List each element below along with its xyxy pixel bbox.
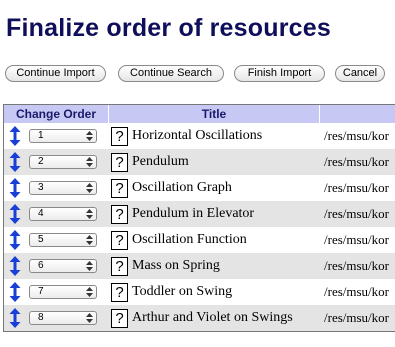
order-select[interactable]: 6 [29, 259, 97, 273]
table-row: 2? Pendulum/res/msu/kor [4, 149, 395, 175]
change-order-cell: 6 [4, 253, 109, 279]
order-select-value: 5 [38, 234, 44, 245]
select-spinner-icon [86, 261, 93, 271]
page-title: Finalize order of resources [6, 14, 331, 42]
select-spinner-icon [86, 209, 93, 219]
select-spinner-icon [86, 131, 93, 141]
resource-table-container: Change Order Title 1? Horizontal Oscillat… [3, 104, 395, 336]
column-header-url [320, 105, 395, 123]
order-select[interactable]: 1 [29, 129, 97, 143]
title-cell: ? Pendulum in Elevator [109, 201, 320, 227]
table-row: 4? Pendulum in Elevator/res/msu/kor [4, 201, 395, 227]
up-down-arrow-icon[interactable] [9, 230, 21, 250]
order-select-value: 7 [38, 286, 44, 297]
up-down-arrow-icon[interactable] [9, 204, 21, 224]
title-cell: ? Oscillation Function [109, 227, 320, 253]
order-select[interactable]: 3 [29, 181, 97, 195]
resource-url: /res/msu/kor [320, 279, 395, 305]
resource-url: /res/msu/kor [320, 201, 395, 227]
select-spinner-icon [86, 157, 93, 167]
title-cell: ? Toddler on Swing [109, 279, 320, 305]
resource-title: Toddler on Swing [132, 284, 233, 300]
table-row: 7? Toddler on Swing/res/msu/kor [4, 279, 395, 305]
select-spinner-icon [86, 183, 93, 193]
help-icon[interactable]: ? [111, 256, 128, 276]
select-spinner-icon [86, 287, 93, 297]
order-select-value: 4 [38, 208, 44, 219]
change-order-cell: 2 [4, 149, 109, 175]
table-row: 8? Arthur and Violet on Swings/res/msu/ko… [4, 305, 395, 331]
title-cell: ? Oscillation Graph [109, 175, 320, 201]
title-cell: ? Pendulum [109, 149, 320, 175]
resource-url: /res/msu/kor [320, 253, 395, 279]
resource-title: Pendulum [132, 154, 189, 170]
help-icon[interactable]: ? [111, 230, 128, 250]
up-down-arrow-icon[interactable] [9, 178, 21, 198]
order-select-value: 2 [38, 156, 44, 167]
order-select[interactable]: 4 [29, 207, 97, 221]
finish-import-button[interactable]: Finish Import [234, 65, 325, 82]
resource-title: Oscillation Function [132, 232, 247, 248]
order-select[interactable]: 5 [29, 233, 97, 247]
select-spinner-icon [86, 313, 93, 323]
order-select[interactable]: 8 [29, 311, 97, 325]
help-icon[interactable]: ? [111, 178, 128, 198]
change-order-cell: 1 [4, 123, 109, 149]
order-select[interactable]: 7 [29, 285, 97, 299]
help-icon[interactable]: ? [111, 126, 128, 146]
up-down-arrow-icon[interactable] [9, 152, 21, 172]
order-select-value: 3 [38, 182, 44, 193]
change-order-cell: 8 [4, 305, 109, 331]
resource-url: /res/msu/kor [320, 123, 395, 149]
resource-title: Pendulum in Elevator [132, 206, 255, 222]
resource-url: /res/msu/kor [320, 227, 395, 253]
up-down-arrow-icon[interactable] [9, 282, 21, 302]
help-icon[interactable]: ? [111, 308, 128, 328]
up-down-arrow-icon[interactable] [9, 126, 21, 146]
help-icon[interactable]: ? [111, 152, 128, 172]
resource-url: /res/msu/kor [320, 305, 395, 331]
resource-table: Change Order Title 1? Horizontal Oscillat… [3, 104, 395, 332]
title-cell: ? Arthur and Violet on Swings [109, 305, 320, 331]
resource-url: /res/msu/kor [320, 149, 395, 175]
select-spinner-icon [86, 235, 93, 245]
change-order-cell: 7 [4, 279, 109, 305]
continue-search-button[interactable]: Continue Search [118, 65, 224, 82]
table-row: 5? Oscillation Function/res/msu/kor [4, 227, 395, 253]
resource-title: Arthur and Violet on Swings [132, 310, 293, 326]
change-order-cell: 3 [4, 175, 109, 201]
change-order-cell: 4 [4, 201, 109, 227]
help-icon[interactable]: ? [111, 282, 128, 302]
column-header-change-order: Change Order [4, 105, 109, 123]
continue-import-button[interactable]: Continue Import [5, 65, 106, 82]
change-order-cell: 5 [4, 227, 109, 253]
up-down-arrow-icon[interactable] [9, 256, 21, 276]
order-select-value: 6 [38, 260, 44, 271]
table-row: 6? Mass on Spring/res/msu/kor [4, 253, 395, 279]
table-row: 1? Horizontal Oscillations/res/msu/kor [4, 123, 395, 149]
order-select[interactable]: 2 [29, 155, 97, 169]
order-select-value: 8 [38, 312, 44, 323]
help-icon[interactable]: ? [111, 204, 128, 224]
resource-title: Oscillation Graph [132, 180, 232, 196]
order-select-value: 1 [38, 130, 44, 141]
title-cell: ? Mass on Spring [109, 253, 320, 279]
table-row: 3? Oscillation Graph/res/msu/kor [4, 175, 395, 201]
resource-title: Horizontal Oscillations [132, 128, 263, 144]
up-down-arrow-icon[interactable] [9, 308, 21, 328]
resource-title: Mass on Spring [132, 258, 220, 274]
cancel-button[interactable]: Cancel [335, 65, 385, 82]
resource-url: /res/msu/kor [320, 175, 395, 201]
title-cell: ? Horizontal Oscillations [109, 123, 320, 149]
column-header-title: Title [109, 105, 320, 123]
